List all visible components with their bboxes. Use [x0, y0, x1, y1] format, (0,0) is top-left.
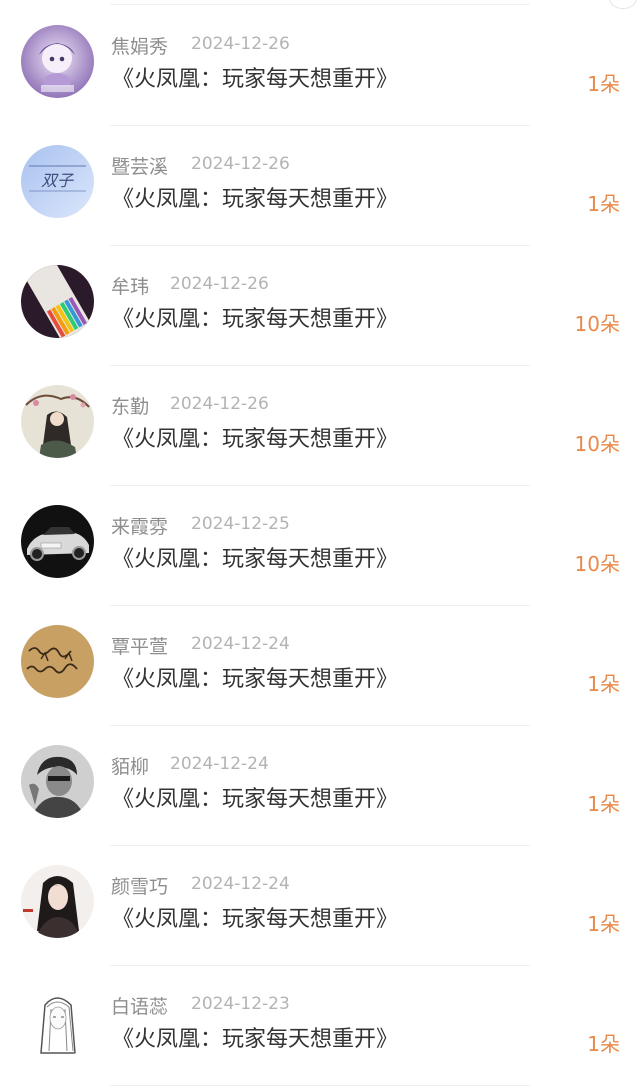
- woman-portrait-avatar-icon[interactable]: [21, 865, 94, 938]
- gift-date: 2024-12-26: [170, 394, 269, 414]
- book-title-link[interactable]: 《火凤凰：玩家每天想重开》: [112, 421, 398, 453]
- list-item[interactable]: 双子 暨芸溪 2024-12-26 《火凤凰：玩家每天想重开》 1朵: [0, 126, 640, 246]
- sender-name: 暨芸溪: [111, 156, 169, 178]
- list-divider: [110, 1085, 530, 1086]
- list-divider: [110, 4, 530, 5]
- handwriting-avatar-icon[interactable]: [21, 625, 94, 698]
- sketch-girl-avatar-icon[interactable]: [21, 985, 94, 1058]
- book-title-link[interactable]: 《火凤凰：玩家每天想重开》: [112, 181, 398, 213]
- gift-amount: 1朵: [587, 72, 620, 96]
- gift-date: 2024-12-26: [191, 154, 290, 174]
- book-title-link[interactable]: 《火凤凰：玩家每天想重开》: [112, 301, 398, 333]
- gift-date: 2024-12-24: [191, 874, 290, 894]
- gift-date: 2024-12-23: [191, 994, 290, 1014]
- gift-date: 2024-12-25: [191, 514, 290, 534]
- sender-name: 来霞雰: [111, 516, 169, 538]
- list-item[interactable]: 东勤 2024-12-26 《火凤凰：玩家每天想重开》 10朵: [0, 366, 640, 486]
- car-avatar-icon[interactable]: [21, 505, 94, 578]
- man-portrait-avatar-icon[interactable]: [21, 745, 94, 818]
- book-title-link[interactable]: 《火凤凰：玩家每天想重开》: [112, 541, 398, 573]
- gift-amount: 1朵: [587, 912, 620, 936]
- sender-name: 焦娟秀: [111, 36, 169, 58]
- list-item[interactable]: 颜雪巧 2024-12-24 《火凤凰：玩家每天想重开》 1朵: [0, 846, 640, 966]
- book-title-link[interactable]: 《火凤凰：玩家每天想重开》: [112, 901, 398, 933]
- sender-name: 貊柳: [111, 756, 150, 778]
- book-title-link[interactable]: 《火凤凰：玩家每天想重开》: [112, 781, 398, 813]
- text-art-avatar-icon[interactable]: 双子: [21, 145, 94, 218]
- gift-amount: 1朵: [587, 672, 620, 696]
- sender-name: 颜雪巧: [111, 876, 169, 898]
- sender-name: 东勤: [111, 396, 150, 418]
- painting-avatar-icon[interactable]: [21, 385, 94, 458]
- sender-name: 牟玮: [111, 276, 150, 298]
- gift-amount: 1朵: [587, 1032, 620, 1056]
- list-item[interactable]: 白语蕊 2024-12-23 《火凤凰：玩家每天想重开》 1朵: [0, 966, 640, 1086]
- gift-amount: 1朵: [587, 192, 620, 216]
- list-item[interactable]: 貊柳 2024-12-24 《火凤凰：玩家每天想重开》 1朵: [0, 726, 640, 846]
- book-title-link[interactable]: 《火凤凰：玩家每天想重开》: [112, 61, 398, 93]
- avatar-text: 双子: [41, 171, 74, 190]
- sender-name: 覃平萱: [111, 636, 169, 658]
- gift-amount: 1朵: [587, 792, 620, 816]
- gift-date: 2024-12-26: [170, 274, 269, 294]
- anime-girl-avatar-icon[interactable]: [21, 25, 94, 98]
- gift-date: 2024-12-24: [191, 634, 290, 654]
- pencils-avatar-icon[interactable]: [21, 265, 94, 338]
- gift-amount: 10朵: [574, 432, 620, 456]
- gift-amount: 10朵: [574, 552, 620, 576]
- sender-name: 白语蕊: [111, 996, 169, 1018]
- list-item[interactable]: 焦娟秀 2024-12-26 《火凤凰：玩家每天想重开》 1朵: [0, 6, 640, 126]
- list-item[interactable]: 覃平萱 2024-12-24 《火凤凰：玩家每天想重开》 1朵: [0, 606, 640, 726]
- book-title-link[interactable]: 《火凤凰：玩家每天想重开》: [112, 1021, 398, 1053]
- gift-amount: 10朵: [574, 312, 620, 336]
- gift-date: 2024-12-24: [170, 754, 269, 774]
- book-title-link[interactable]: 《火凤凰：玩家每天想重开》: [112, 661, 398, 693]
- gift-date: 2024-12-26: [191, 34, 290, 54]
- list-item[interactable]: 来霞雰 2024-12-25 《火凤凰：玩家每天想重开》 10朵: [0, 486, 640, 606]
- gift-record-list: 焦娟秀 2024-12-26 《火凤凰：玩家每天想重开》 1朵 双子 暨芸溪 2: [0, 0, 640, 1090]
- list-item[interactable]: 牟玮 2024-12-26 《火凤凰：玩家每天想重开》 10朵: [0, 246, 640, 366]
